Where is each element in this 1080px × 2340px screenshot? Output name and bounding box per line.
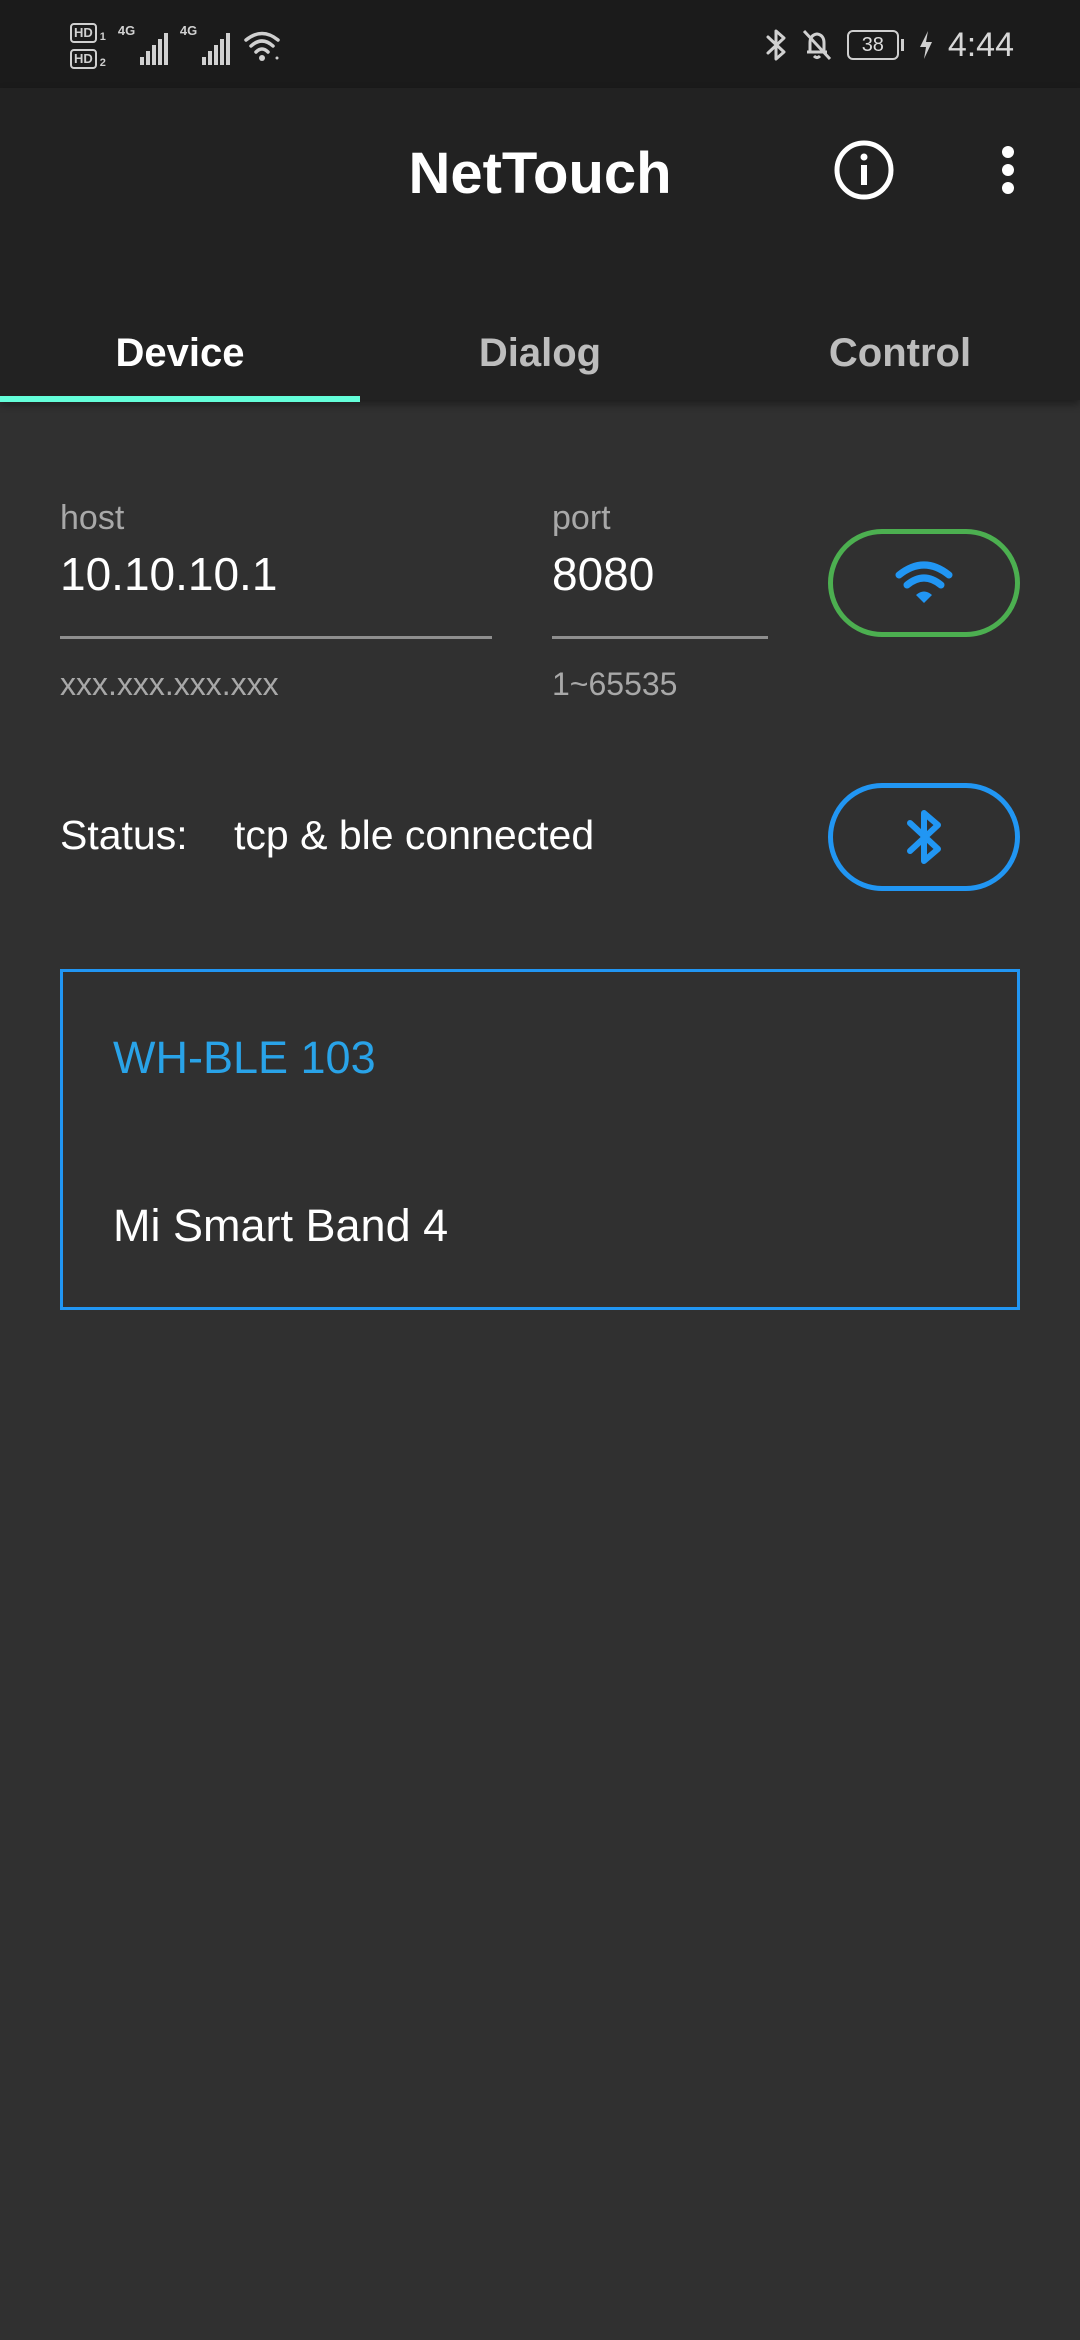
tab-indicator (0, 396, 360, 402)
bluetooth-status-icon (766, 29, 786, 61)
hd-indicator-sim1: HD 1 (70, 23, 106, 43)
wifi-connect-button[interactable] (828, 529, 1020, 637)
bluetooth-icon (907, 810, 941, 864)
tab-dialog[interactable]: Dialog (360, 288, 720, 400)
battery-icon: 38 (846, 30, 904, 60)
charging-icon (919, 31, 932, 59)
device-item-mi-smart-band-4[interactable]: Mi Smart Band 4 (113, 1200, 448, 1252)
port-input[interactable]: 8080 (552, 547, 654, 601)
battery-level: 38 (846, 30, 899, 60)
host-hint: xxx.xxx.xxx.xxx (60, 666, 279, 702)
port-hint: 1~65535 (552, 666, 678, 702)
signal-sim2-icon: 4G (180, 23, 230, 65)
tab-device[interactable]: Device (0, 288, 360, 400)
app-title: NetTouch (408, 141, 672, 206)
host-underline (60, 636, 492, 639)
host-label: host (60, 499, 125, 537)
status-value: tcp & ble connected (234, 812, 595, 858)
status-bar: HD 1 HD 2 4G 4G 38 4:44 (0, 0, 1080, 88)
app-bar: NetTouch Device Dialog Control (0, 88, 1080, 402)
info-icon[interactable] (832, 138, 896, 202)
host-input[interactable]: 10.10.10.1 (60, 547, 277, 601)
clock: 4:44 (947, 25, 1014, 64)
wifi-icon (895, 561, 953, 603)
device-item-wh-ble-103[interactable]: WH-BLE 103 (113, 1032, 376, 1084)
port-label: port (552, 499, 611, 537)
tab-control[interactable]: Control (720, 288, 1080, 400)
status-bar-left: HD 1 HD 2 4G 4G (70, 16, 280, 76)
status-label: Status: (60, 812, 188, 858)
tab-bar: Device Dialog Control (0, 288, 1080, 402)
bell-off-icon (802, 29, 831, 61)
hd-voice-indicators: HD 1 HD 2 (70, 23, 106, 69)
port-underline (552, 636, 768, 639)
device-list: WH-BLE 103 Mi Smart Band 4 (60, 969, 1020, 1310)
hd-indicator-sim2: HD 2 (70, 49, 106, 69)
signal-sim1-icon: 4G (118, 23, 168, 65)
more-vert-icon[interactable] (996, 138, 1020, 202)
bluetooth-connect-button[interactable] (828, 783, 1020, 891)
status-bar-right: 38 4:44 (765, 20, 1014, 70)
wifi-status-icon (244, 31, 280, 61)
